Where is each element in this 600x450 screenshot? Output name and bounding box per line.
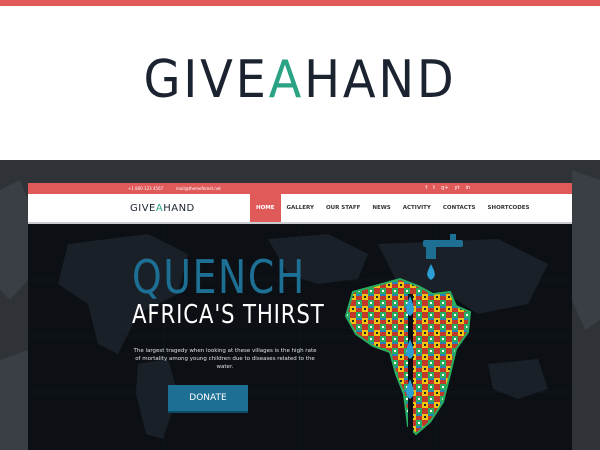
website-preview: +1 800 123 4567 mail@themeforest.net f t… bbox=[0, 160, 600, 450]
nav-item-our-staff[interactable]: OUR STAFF bbox=[320, 194, 366, 222]
logo-banner: GIVEAHAND bbox=[0, 6, 600, 160]
site-navbar: GIVEAHAND HOME GALLERY OUR STAFF NEWS AC… bbox=[28, 194, 572, 224]
nav-item-contacts[interactable]: CONTACTS bbox=[437, 194, 482, 222]
site-logo[interactable]: GIVEAHAND bbox=[130, 203, 195, 214]
nav-item-shortcodes[interactable]: SHORTCODES bbox=[482, 194, 536, 222]
linkedin-icon[interactable]: in bbox=[465, 185, 470, 191]
site-top-bar: +1 800 123 4567 mail@themeforest.net f t… bbox=[28, 183, 572, 194]
africa-faucet-illustration bbox=[344, 234, 472, 436]
nav-item-news[interactable]: NEWS bbox=[366, 194, 396, 222]
hero-title-africas-thirst: AFRICA'S THIRST bbox=[132, 300, 325, 330]
faucet-icon bbox=[423, 234, 463, 259]
youtube-icon[interactable]: yt bbox=[455, 185, 460, 191]
hero-title-quench: QUENCH bbox=[132, 250, 306, 304]
nav-item-activity[interactable]: ACTIVITY bbox=[397, 194, 437, 222]
twitter-icon[interactable]: t bbox=[433, 185, 435, 191]
site-logo-part1: GIVE bbox=[130, 203, 156, 214]
site-screenshot: +1 800 123 4567 mail@themeforest.net f t… bbox=[28, 183, 572, 450]
logo-accent: A bbox=[268, 50, 305, 110]
nav-item-home[interactable]: HOME bbox=[250, 194, 281, 222]
phone-text: +1 800 123 4567 bbox=[128, 186, 164, 191]
social-icons: f t g+ yt in bbox=[425, 185, 470, 191]
giveahand-logo: GIVEAHAND bbox=[24, 50, 576, 110]
logo-part2: HAND bbox=[304, 50, 457, 110]
logo-part1: GIVE bbox=[143, 50, 269, 110]
google-plus-icon[interactable]: g+ bbox=[441, 185, 448, 191]
donate-button[interactable]: DONATE bbox=[168, 385, 248, 413]
nav-menu: HOME GALLERY OUR STAFF NEWS ACTIVITY CON… bbox=[250, 194, 536, 222]
facebook-icon[interactable]: f bbox=[425, 185, 427, 191]
hero-description: The largest tragedy when looking at thes… bbox=[133, 348, 317, 370]
email-text[interactable]: mail@themeforest.net bbox=[176, 186, 221, 191]
site-logo-part2: HAND bbox=[163, 203, 195, 214]
nav-item-gallery[interactable]: GALLERY bbox=[281, 194, 320, 222]
hero-section: QUENCH AFRICA'S THIRST The largest trage… bbox=[28, 224, 572, 450]
